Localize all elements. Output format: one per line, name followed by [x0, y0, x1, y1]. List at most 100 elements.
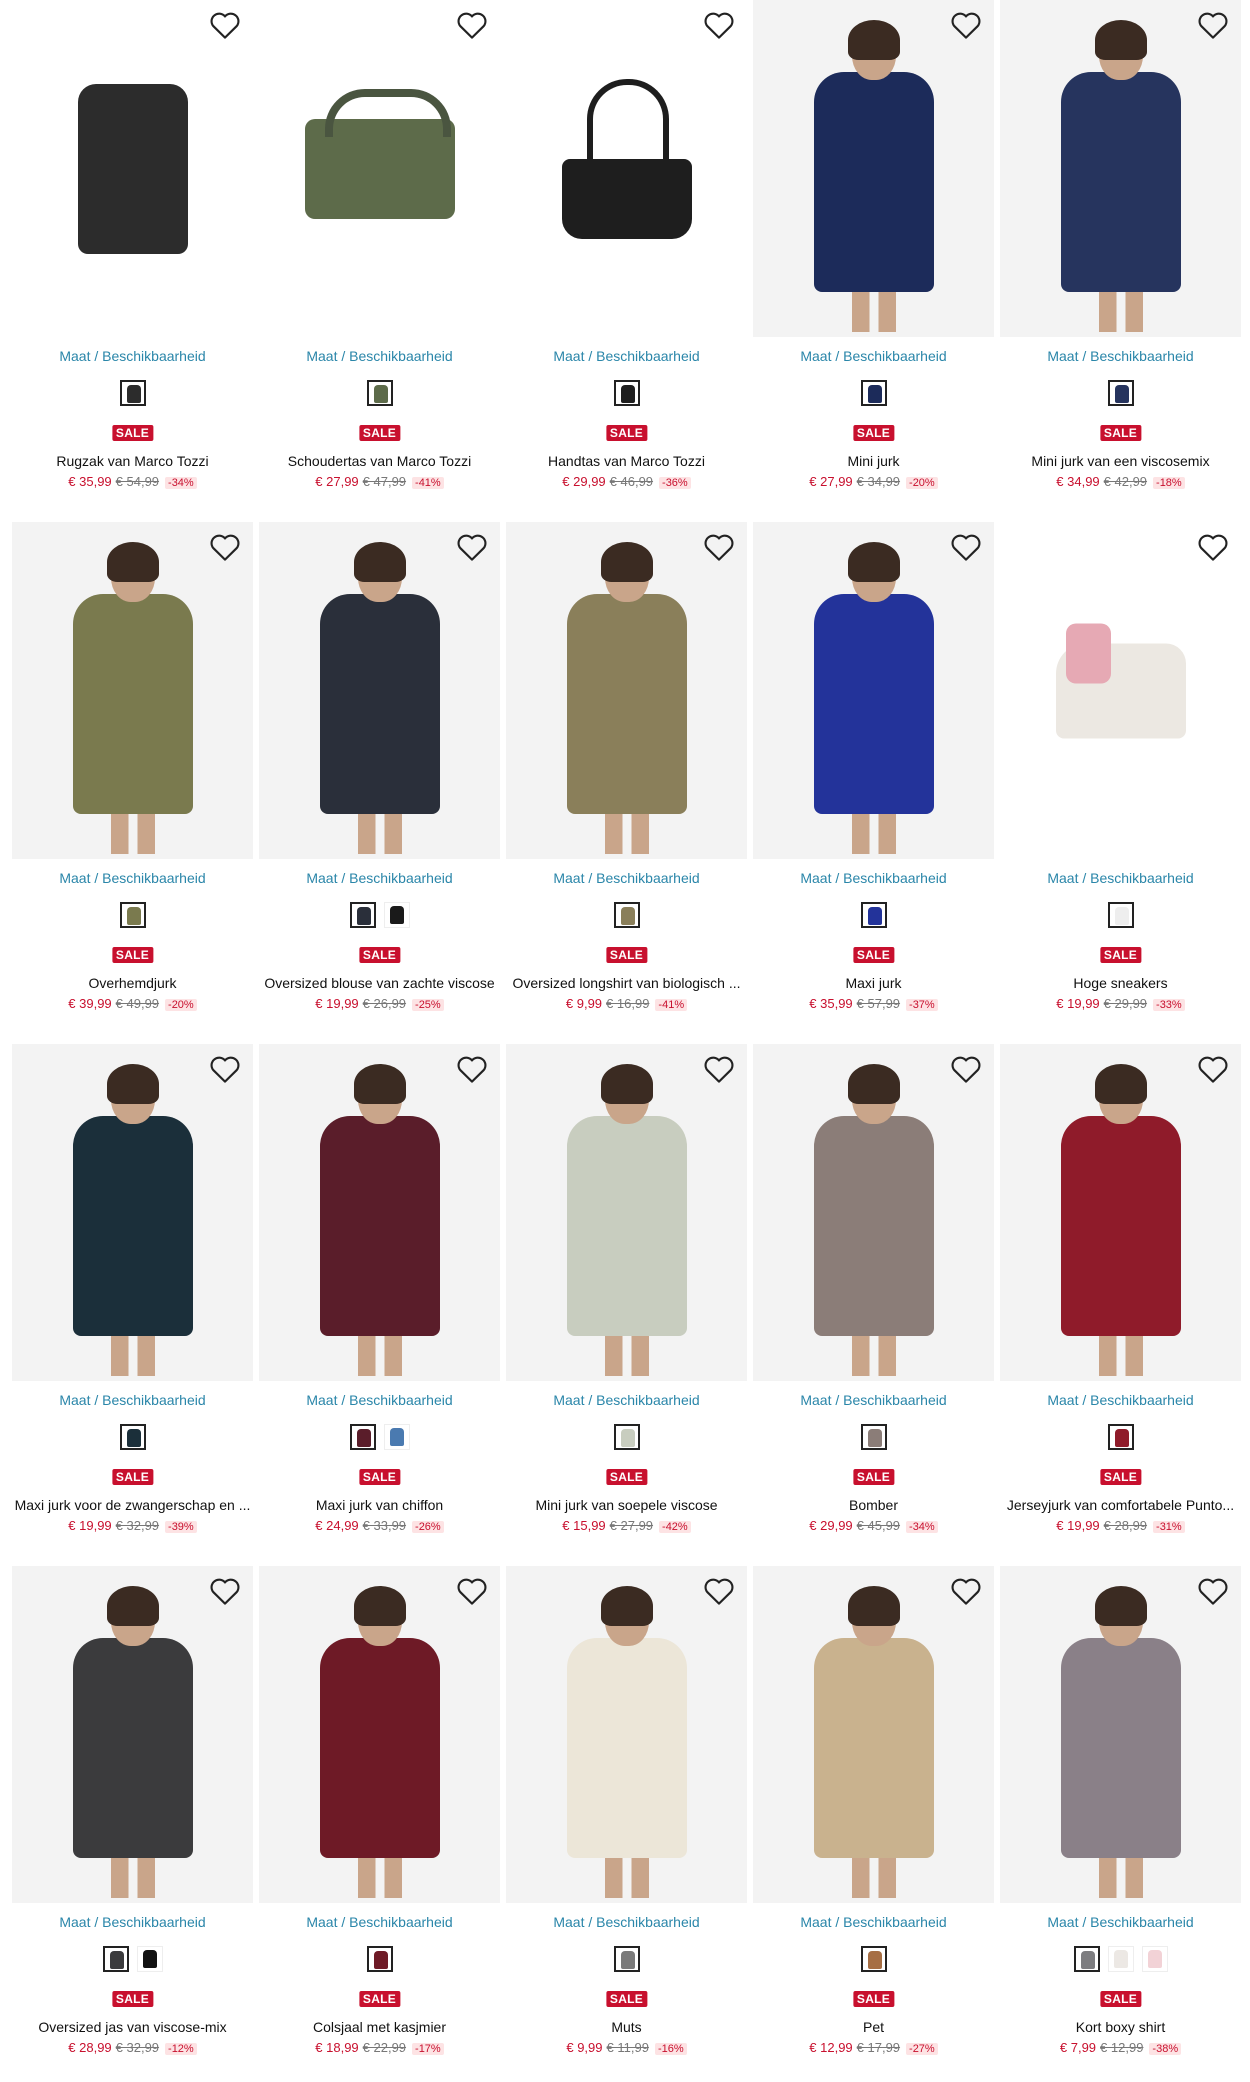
product-image[interactable]: [753, 1044, 994, 1381]
color-swatch[interactable]: [349, 902, 376, 928]
product-name[interactable]: Maxi jurk voor de zwangerschap en ...: [12, 1497, 253, 1513]
product-image[interactable]: [12, 1044, 253, 1381]
product-name[interactable]: Oversized longshirt van biologisch ...: [506, 975, 747, 991]
size-availability-link[interactable]: Maat / Beschikbaarheid: [506, 1914, 747, 1930]
product-card[interactable]: Maat / Beschikbaarheid SALE Kort boxy shir…: [1000, 1566, 1241, 2081]
size-availability-link[interactable]: Maat / Beschikbaarheid: [12, 870, 253, 886]
wishlist-heart-icon[interactable]: [1197, 1576, 1229, 1606]
wishlist-heart-icon[interactable]: [209, 1054, 241, 1084]
product-name[interactable]: Bomber: [753, 1497, 994, 1513]
size-availability-link[interactable]: Maat / Beschikbaarheid: [12, 1392, 253, 1408]
color-swatch[interactable]: [1107, 1424, 1134, 1450]
color-swatch[interactable]: [613, 1946, 640, 1972]
color-swatch[interactable]: [613, 1424, 640, 1450]
product-name[interactable]: Oversized blouse van zachte viscose: [259, 975, 500, 991]
color-swatch[interactable]: [860, 380, 887, 406]
product-name[interactable]: Schoudertas van Marco Tozzi: [259, 453, 500, 469]
product-image[interactable]: [12, 1566, 253, 1903]
product-card[interactable]: Maat / Beschikbaarheid SALE Muts € 9,99 € 11…: [506, 1566, 747, 2081]
wishlist-heart-icon[interactable]: [456, 1054, 488, 1084]
product-card[interactable]: Maat / Beschikbaarheid SALE Jerseyjurk van…: [1000, 1044, 1241, 1559]
size-availability-link[interactable]: Maat / Beschikbaarheid: [1000, 870, 1241, 886]
product-card[interactable]: Maat / Beschikbaarheid SALE Mini jurk € 27,…: [753, 0, 994, 515]
size-availability-link[interactable]: Maat / Beschikbaarheid: [259, 1392, 500, 1408]
product-image[interactable]: [753, 522, 994, 859]
product-image[interactable]: [259, 1044, 500, 1381]
color-swatch[interactable]: [613, 902, 640, 928]
product-image[interactable]: [506, 1566, 747, 1903]
size-availability-link[interactable]: Maat / Beschikbaarheid: [506, 1392, 747, 1408]
product-image[interactable]: [1000, 1566, 1241, 1903]
color-swatch[interactable]: [613, 380, 640, 406]
wishlist-heart-icon[interactable]: [456, 1576, 488, 1606]
product-image[interactable]: [506, 0, 747, 337]
wishlist-heart-icon[interactable]: [1197, 10, 1229, 40]
wishlist-heart-icon[interactable]: [1197, 532, 1229, 562]
color-swatch[interactable]: [1141, 1946, 1168, 1972]
product-card[interactable]: Maat / Beschikbaarheid SALE Oversized jas …: [12, 1566, 253, 2081]
color-swatch[interactable]: [119, 1424, 146, 1450]
wishlist-heart-icon[interactable]: [703, 10, 735, 40]
product-image[interactable]: [1000, 0, 1241, 337]
color-swatch[interactable]: [860, 1424, 887, 1450]
product-name[interactable]: Maxi jurk: [753, 975, 994, 991]
wishlist-heart-icon[interactable]: [703, 532, 735, 562]
product-name[interactable]: Overhemdjurk: [12, 975, 253, 991]
wishlist-heart-icon[interactable]: [209, 532, 241, 562]
size-availability-link[interactable]: Maat / Beschikbaarheid: [12, 348, 253, 364]
wishlist-heart-icon[interactable]: [950, 1576, 982, 1606]
color-swatch[interactable]: [860, 902, 887, 928]
size-availability-link[interactable]: Maat / Beschikbaarheid: [753, 870, 994, 886]
product-name[interactable]: Hoge sneakers: [1000, 975, 1241, 991]
product-card[interactable]: Maat / Beschikbaarheid SALE Oversized blou…: [259, 522, 500, 1037]
color-swatch[interactable]: [1107, 1946, 1134, 1972]
product-card[interactable]: Maat / Beschikbaarheid SALE Mini jurk van …: [506, 1044, 747, 1559]
product-name[interactable]: Colsjaal met kasjmier: [259, 2019, 500, 2035]
size-availability-link[interactable]: Maat / Beschikbaarheid: [753, 1392, 994, 1408]
color-swatch[interactable]: [1073, 1946, 1100, 1972]
size-availability-link[interactable]: Maat / Beschikbaarheid: [1000, 1914, 1241, 1930]
product-name[interactable]: Kort boxy shirt: [1000, 2019, 1241, 2035]
color-swatch[interactable]: [119, 380, 146, 406]
product-card[interactable]: Maat / Beschikbaarheid SALE Hoge sneakers €…: [1000, 522, 1241, 1037]
product-card[interactable]: Maat / Beschikbaarheid SALE Bomber € 29,99 €…: [753, 1044, 994, 1559]
product-card[interactable]: Maat / Beschikbaarheid SALE Rugzak van Mar…: [12, 0, 253, 515]
size-availability-link[interactable]: Maat / Beschikbaarheid: [506, 348, 747, 364]
product-card[interactable]: Maat / Beschikbaarheid SALE Maxi jurk van …: [259, 1044, 500, 1559]
product-name[interactable]: Oversized jas van viscose-mix: [12, 2019, 253, 2035]
product-name[interactable]: Pet: [753, 2019, 994, 2035]
color-swatch[interactable]: [383, 902, 410, 928]
size-availability-link[interactable]: Maat / Beschikbaarheid: [259, 870, 500, 886]
product-image[interactable]: [753, 1566, 994, 1903]
size-availability-link[interactable]: Maat / Beschikbaarheid: [1000, 348, 1241, 364]
product-image[interactable]: [259, 522, 500, 859]
size-availability-link[interactable]: Maat / Beschikbaarheid: [506, 870, 747, 886]
product-name[interactable]: Rugzak van Marco Tozzi: [12, 453, 253, 469]
product-image[interactable]: [506, 1044, 747, 1381]
wishlist-heart-icon[interactable]: [703, 1576, 735, 1606]
product-image[interactable]: [12, 522, 253, 859]
product-image[interactable]: [506, 522, 747, 859]
color-swatch[interactable]: [102, 1946, 129, 1972]
size-availability-link[interactable]: Maat / Beschikbaarheid: [12, 1914, 253, 1930]
color-swatch[interactable]: [1107, 380, 1134, 406]
color-swatch[interactable]: [366, 1946, 393, 1972]
product-image[interactable]: [259, 0, 500, 337]
wishlist-heart-icon[interactable]: [950, 1054, 982, 1084]
product-image[interactable]: [12, 0, 253, 337]
size-availability-link[interactable]: Maat / Beschikbaarheid: [259, 348, 500, 364]
wishlist-heart-icon[interactable]: [456, 10, 488, 40]
color-swatch[interactable]: [383, 1424, 410, 1450]
product-name[interactable]: Handtas van Marco Tozzi: [506, 453, 747, 469]
size-availability-link[interactable]: Maat / Beschikbaarheid: [1000, 1392, 1241, 1408]
product-card[interactable]: Maat / Beschikbaarheid SALE Oversized long…: [506, 522, 747, 1037]
wishlist-heart-icon[interactable]: [950, 532, 982, 562]
wishlist-heart-icon[interactable]: [456, 532, 488, 562]
size-availability-link[interactable]: Maat / Beschikbaarheid: [753, 1914, 994, 1930]
wishlist-heart-icon[interactable]: [703, 1054, 735, 1084]
color-swatch[interactable]: [136, 1946, 163, 1972]
product-name[interactable]: Jerseyjurk van comfortabele Punto...: [1000, 1497, 1241, 1513]
color-swatch[interactable]: [860, 1946, 887, 1972]
product-name[interactable]: Mini jurk: [753, 453, 994, 469]
size-availability-link[interactable]: Maat / Beschikbaarheid: [753, 348, 994, 364]
